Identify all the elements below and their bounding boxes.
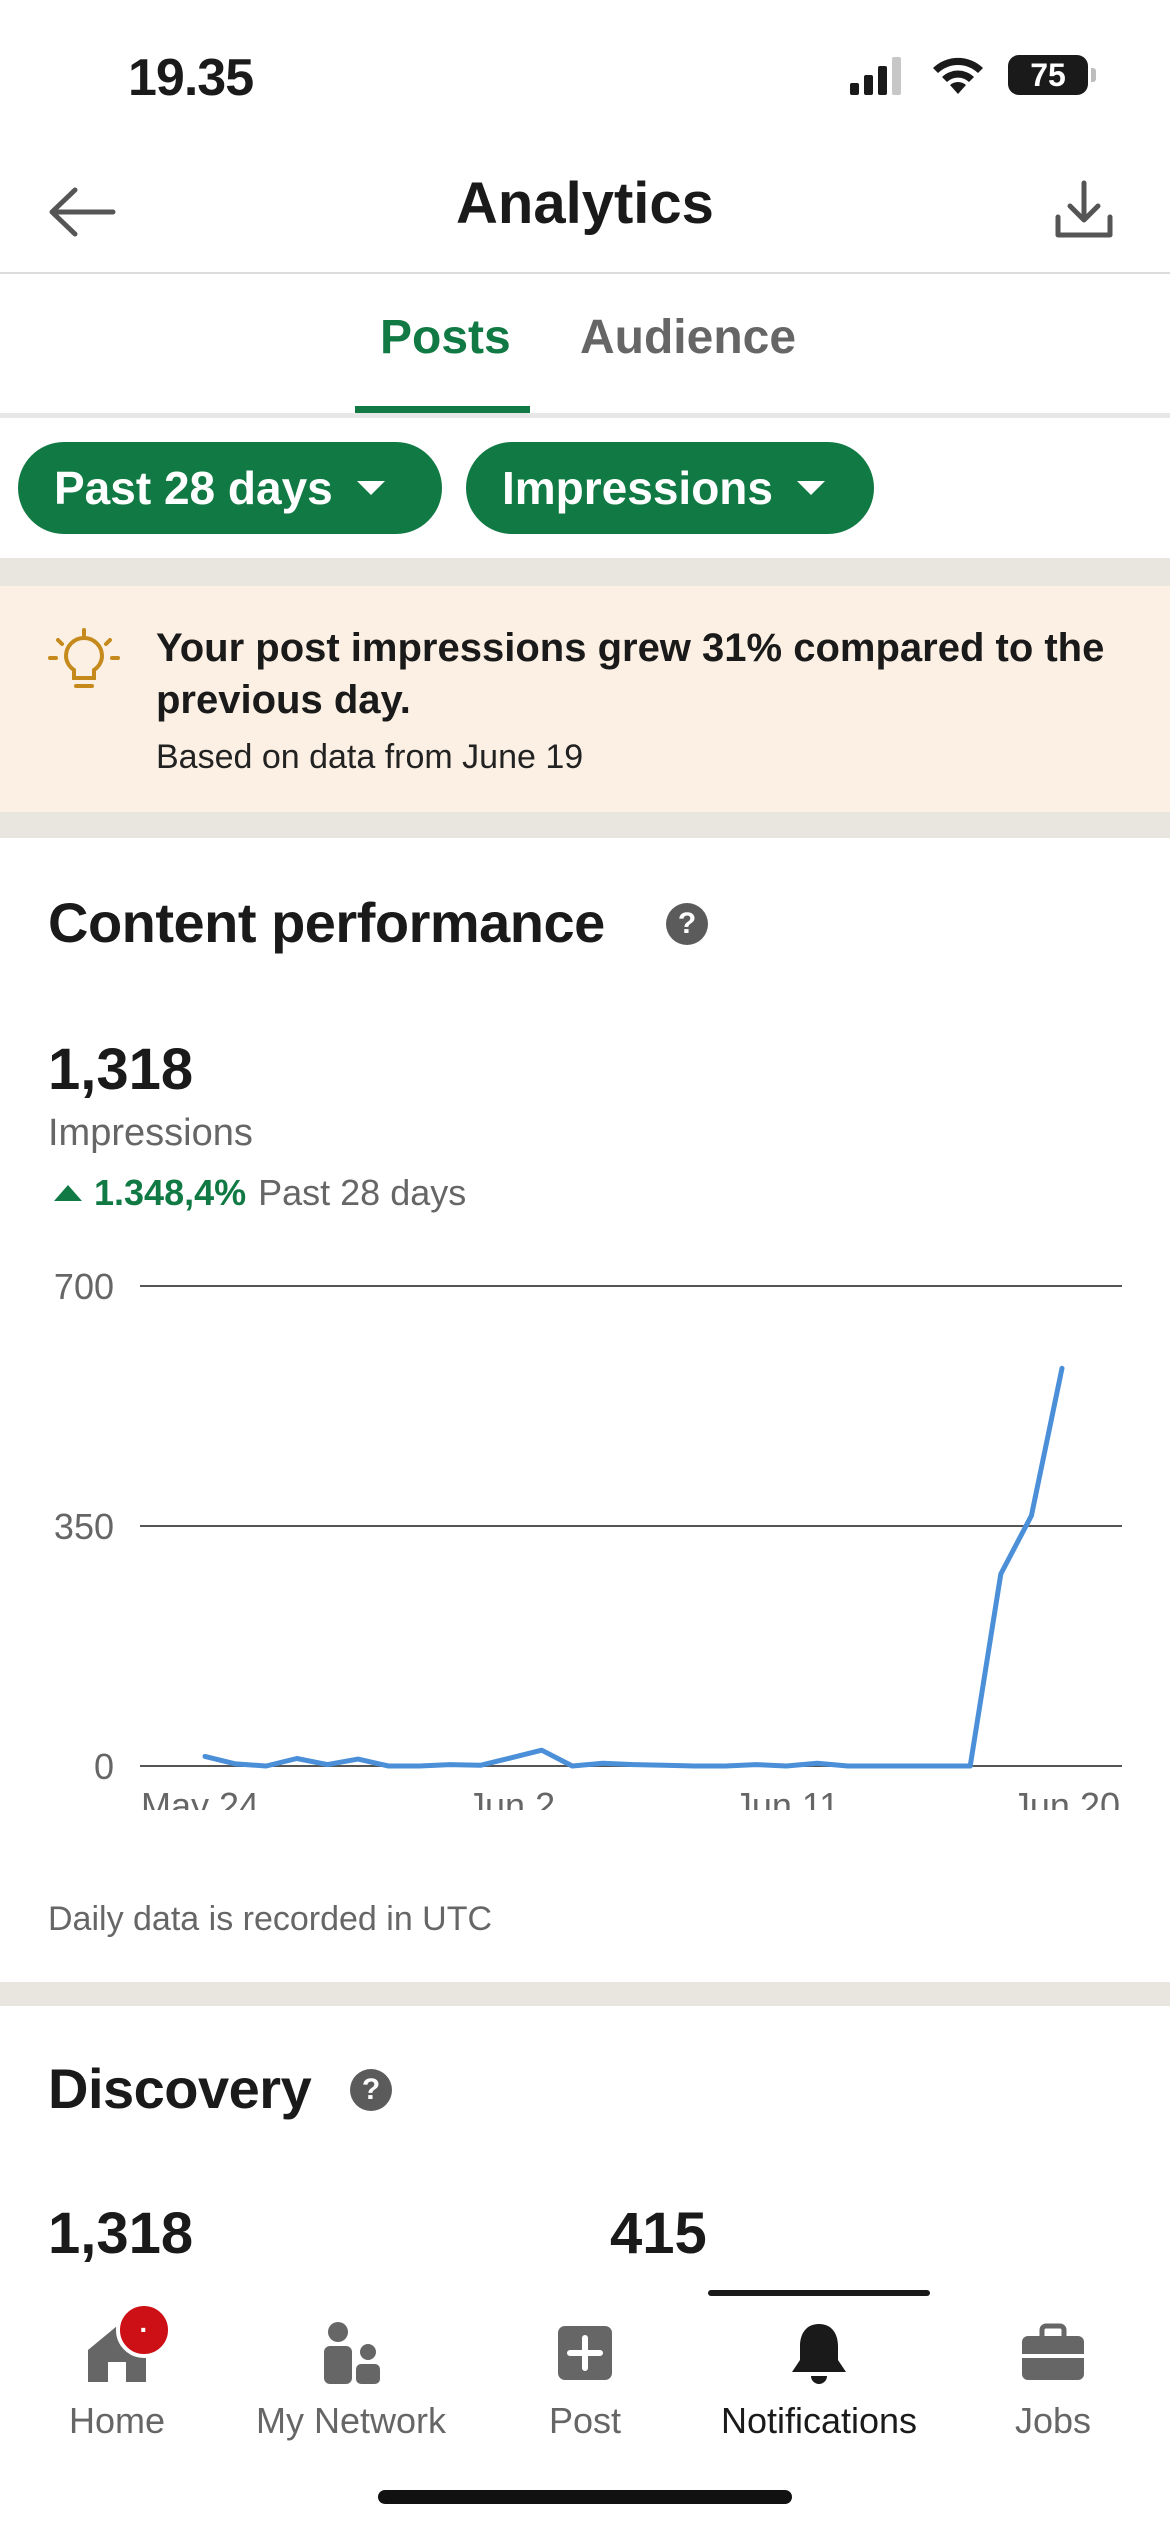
chart-data-point <box>539 1747 545 1753</box>
section-divider <box>0 812 1170 838</box>
insight-title: Your post impressions grew 31% compared … <box>156 626 1105 722</box>
discovery-members-value: 415 <box>610 2201 707 2266</box>
nav-my-network-label: My Network <box>255 2400 447 2441</box>
growth-value: 1.348,4% <box>94 1172 247 1213</box>
insight-banner: Your post impressions grew 31% compared … <box>0 586 1170 812</box>
chart-data-point <box>233 1761 239 1767</box>
chart-data-point <box>722 1763 728 1769</box>
home-icon: · <box>82 2302 172 2388</box>
bell-icon <box>784 2318 854 2388</box>
nav-jobs-label: Jobs <box>1014 2400 1092 2441</box>
page-title: Analytics <box>456 171 714 236</box>
y-tick-label: 350 <box>54 1506 114 1547</box>
add-post-icon <box>550 2318 620 2388</box>
download-icon <box>1055 180 1113 238</box>
chart-data-point <box>477 1762 483 1768</box>
chart-data-point <box>814 1760 820 1766</box>
x-tick-label: Jun 2 <box>467 1785 555 1810</box>
nav-home-label: Home <box>68 2400 166 2441</box>
date-range-label: Past 28 days <box>54 462 333 514</box>
status-time: 19.35 <box>128 49 254 107</box>
chart-data-point <box>845 1763 851 1769</box>
chart-data-point <box>263 1763 269 1769</box>
chart-data-point <box>416 1763 422 1769</box>
nav-jobs[interactable]: Jobs <box>936 2306 1170 2466</box>
chart-data-point <box>1059 1365 1065 1371</box>
chart-data-point <box>753 1762 759 1768</box>
metric-dropdown[interactable]: Impressions <box>466 442 874 534</box>
status-bar: 19.35 75 <box>0 0 1170 150</box>
wifi-icon <box>933 57 983 94</box>
date-range-dropdown[interactable]: Past 28 days <box>18 442 442 534</box>
discovery-title: Discovery <box>48 2057 312 2120</box>
y-tick-label: 0 <box>94 1746 114 1787</box>
chart-note: Daily data is recorded in UTC <box>48 1900 493 1938</box>
tab-bar: Posts Audience <box>0 276 1170 418</box>
chart-data-point <box>386 1763 392 1769</box>
battery-level: 75 <box>1030 56 1066 93</box>
nav-home[interactable]: · Home <box>0 2302 234 2466</box>
chart-data-point <box>631 1762 637 1768</box>
notification-badge: · <box>116 2302 172 2358</box>
discovery-impressions-value: 1,318 <box>48 2201 194 2266</box>
status-icons: 75 <box>848 54 1096 96</box>
network-icon <box>316 2318 386 2388</box>
chart-data-point <box>324 1762 330 1768</box>
chart-data-point <box>508 1755 514 1761</box>
x-tick-label: Jun 11 <box>734 1785 839 1810</box>
chart-data-point <box>906 1763 912 1769</box>
metric-label: Impressions <box>502 462 773 514</box>
lightbulb-icon <box>48 628 120 688</box>
impressions-value: 1,318 <box>48 1037 194 1102</box>
tab-posts[interactable]: Posts <box>380 310 511 365</box>
chart-data-point <box>784 1763 790 1769</box>
chart-data-point <box>875 1763 881 1769</box>
chart-data-point <box>661 1762 667 1768</box>
nav-notifications-label: Notifications <box>720 2400 918 2441</box>
filter-bar: Past 28 days Impressions <box>0 422 1170 558</box>
chart-data-point <box>294 1755 300 1761</box>
growth-period: Past 28 days <box>258 1172 467 1213</box>
help-icon[interactable]: ? <box>666 903 708 945</box>
chart-data-point <box>1028 1513 1034 1519</box>
chevron-down-icon <box>356 481 385 495</box>
chart-data-point <box>967 1763 973 1769</box>
chart-data-point <box>998 1571 1004 1577</box>
section-divider <box>0 558 1170 586</box>
chart-data-point <box>569 1763 575 1769</box>
active-nav-indicator <box>708 2290 930 2296</box>
battery-icon: 75 <box>1008 55 1096 95</box>
download-button[interactable] <box>1048 174 1120 246</box>
chart-data-point <box>600 1760 606 1766</box>
signal-icon <box>850 57 901 95</box>
section-divider <box>0 1982 1170 2006</box>
impressions-label: Impressions <box>48 1112 253 1154</box>
active-tab-indicator <box>355 406 530 413</box>
chart-data-point <box>447 1762 453 1768</box>
insight-subtitle: Based on data from June 19 <box>156 738 584 776</box>
home-indicator <box>378 2490 792 2504</box>
x-tick-label: Jun 20 <box>1012 1785 1120 1810</box>
chart-data-point <box>202 1753 208 1759</box>
content-performance-title: Content performance <box>48 891 605 954</box>
impressions-chart: 0 350 700 May 24 Jun 2 Jun 11 Jun 20 <box>54 1266 1122 1810</box>
chart-data-point <box>692 1763 698 1769</box>
x-tick-label: May 24 <box>141 1785 259 1810</box>
growth-indicator: 1.348,4% Past 28 days <box>54 1172 466 1214</box>
impressions-series-line <box>202 1365 1065 1769</box>
tab-audience[interactable]: Audience <box>580 310 796 365</box>
nav-post[interactable]: Post <box>468 2306 702 2466</box>
header: Analytics <box>0 150 1170 274</box>
chart-data-point <box>355 1756 361 1762</box>
nav-notifications[interactable]: Notifications <box>702 2306 936 2466</box>
y-tick-label: 700 <box>54 1266 114 1307</box>
briefcase-icon <box>1018 2318 1088 2388</box>
nav-post-label: Post <box>548 2400 622 2441</box>
arrow-up-icon <box>54 1185 82 1201</box>
chevron-down-icon <box>797 481 825 495</box>
chart-data-point <box>937 1763 943 1769</box>
nav-my-network[interactable]: My Network <box>234 2306 468 2466</box>
help-icon[interactable]: ? <box>350 2069 392 2111</box>
